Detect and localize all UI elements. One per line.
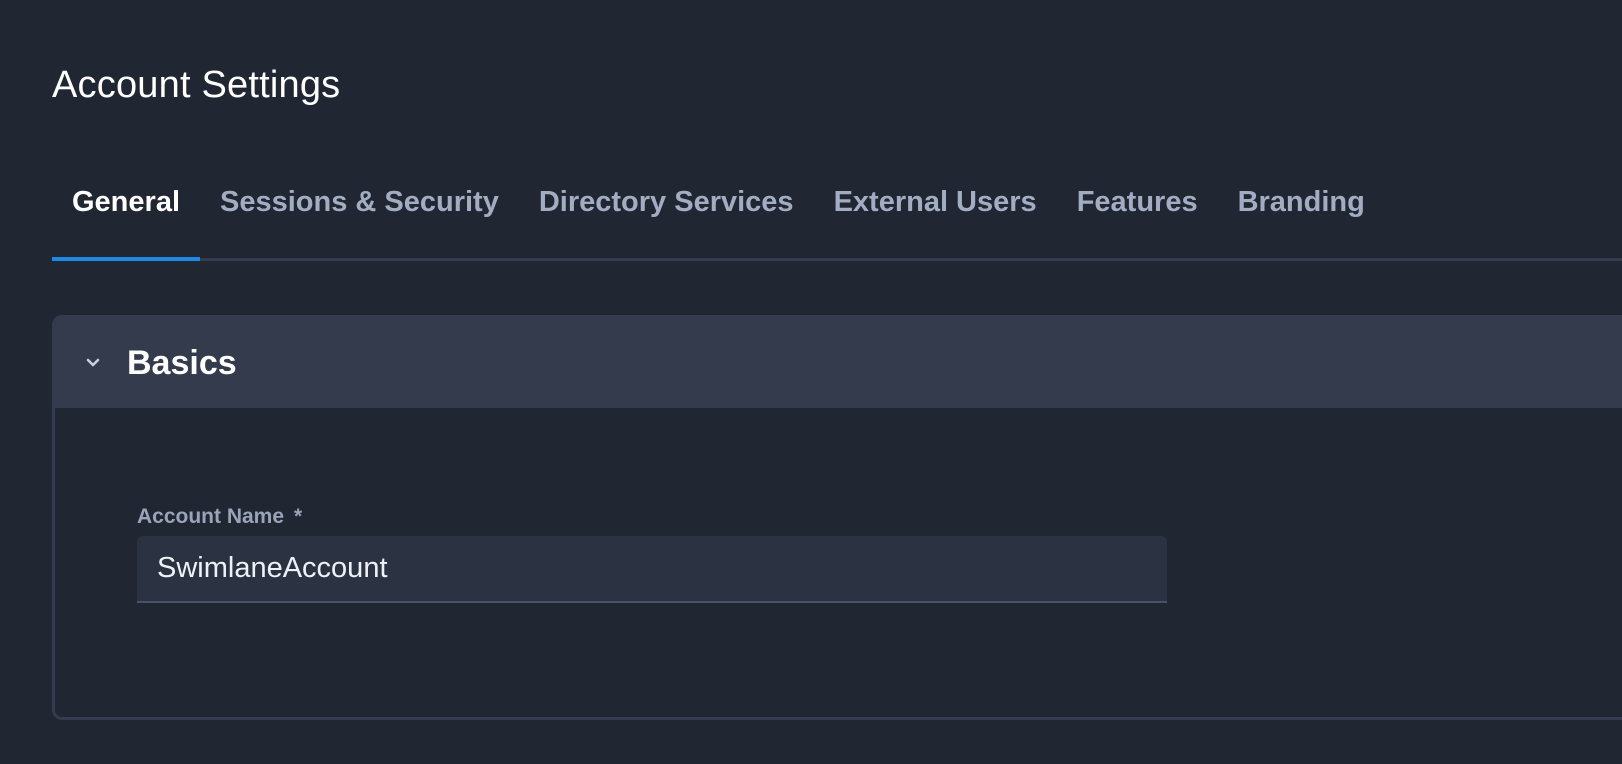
tab-sessions-security[interactable]: Sessions & Security	[200, 172, 519, 258]
basics-section-header[interactable]: Basics	[55, 318, 1622, 408]
account-name-label-text: Account Name	[137, 505, 285, 528]
tab-directory-services[interactable]: Directory Services	[519, 172, 814, 258]
section-title: Basics	[127, 343, 237, 382]
tab-external-users[interactable]: External Users	[814, 172, 1057, 258]
required-marker: *	[294, 505, 303, 528]
settings-tabs: General Sessions & Security Directory Se…	[52, 172, 1622, 261]
chevron-down-icon[interactable]	[83, 353, 103, 373]
tab-general[interactable]: General	[52, 172, 200, 261]
tab-features[interactable]: Features	[1057, 172, 1218, 258]
account-name-label: Account Name *	[137, 505, 302, 529]
account-settings-page: Account Settings General Sessions & Secu…	[0, 0, 1622, 764]
page-title: Account Settings	[52, 64, 341, 106]
account-name-input[interactable]	[137, 536, 1167, 603]
tab-branding[interactable]: Branding	[1218, 172, 1385, 258]
basics-panel: Basics Account Name *	[52, 315, 1622, 720]
